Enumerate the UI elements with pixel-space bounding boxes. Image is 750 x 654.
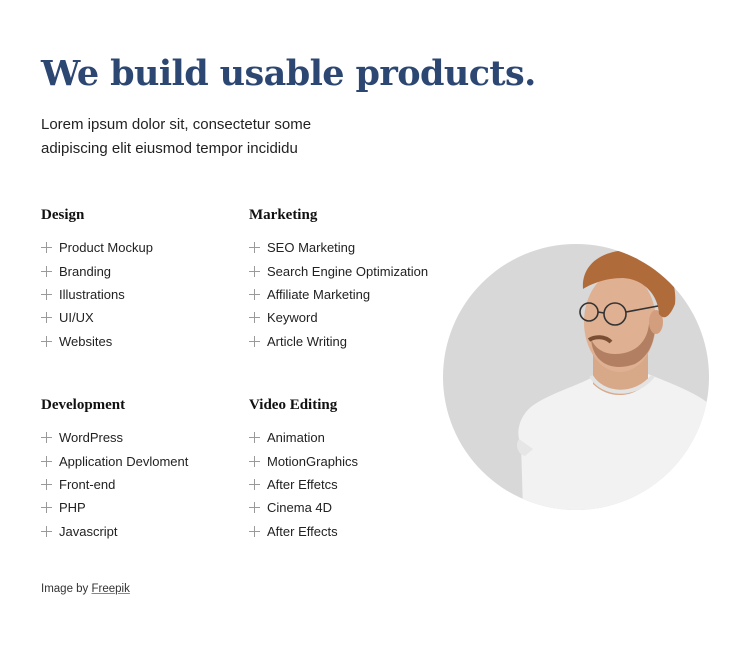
list-item-label: Animation xyxy=(267,430,325,446)
list-item: After Effects xyxy=(249,520,449,543)
plus-icon xyxy=(249,265,260,277)
list-item: Search Engine Optimization xyxy=(249,259,449,282)
service-list: Animation MotionGraphics After Effetcs C… xyxy=(249,426,449,543)
plus-icon xyxy=(249,288,260,300)
plus-icon xyxy=(249,432,260,444)
list-item-label: Front-end xyxy=(59,476,116,492)
list-item: UI/UX xyxy=(41,306,241,329)
plus-icon xyxy=(41,312,52,324)
group-heading: Development xyxy=(41,397,126,413)
hero-description: Lorem ipsum dolor sit, consectetur some … xyxy=(41,116,312,157)
portrait-illustration xyxy=(517,249,709,510)
list-item: After Effetcs xyxy=(249,473,449,496)
freepik-link[interactable]: Freepik xyxy=(92,583,130,595)
list-item-label: Websites xyxy=(59,333,113,349)
plus-icon xyxy=(249,242,260,254)
portrait-photo xyxy=(443,244,709,510)
list-item-label: Branding xyxy=(59,263,112,279)
list-item-label: Illustrations xyxy=(59,286,125,302)
list-item-label: After Effetcs xyxy=(267,476,338,492)
service-group-design: Design Product Mockup Branding Illustrat… xyxy=(41,205,241,353)
service-group-development: Development WordPress Application Devlom… xyxy=(41,395,241,543)
plus-icon xyxy=(41,478,52,490)
list-item-label: MotionGraphics xyxy=(267,453,359,469)
list-item: Illustrations xyxy=(41,283,241,306)
image-credit: Image by Freepik xyxy=(41,583,130,595)
list-item: Application Devloment xyxy=(41,449,241,472)
plus-icon xyxy=(41,525,52,537)
service-list: Product Mockup Branding Illustrations UI… xyxy=(41,236,241,353)
list-item: Websites xyxy=(41,330,241,353)
list-item: Animation xyxy=(249,426,449,449)
list-item-label: Javascript xyxy=(59,523,118,539)
list-item: MotionGraphics xyxy=(249,449,449,472)
credit-prefix: Image by xyxy=(41,583,89,595)
group-heading: Video Editing xyxy=(249,397,338,413)
list-item-label: After Effects xyxy=(267,523,338,539)
plus-icon xyxy=(41,335,52,347)
service-list: WordPress Application Devloment Front-en… xyxy=(41,426,241,543)
plus-icon xyxy=(41,265,52,277)
list-item-label: Application Devloment xyxy=(59,453,189,469)
list-item: Branding xyxy=(41,259,241,282)
plus-icon xyxy=(249,455,260,467)
plus-icon xyxy=(249,335,260,347)
list-item: SEO Marketing xyxy=(249,236,449,259)
list-item: Front-end xyxy=(41,473,241,496)
list-item: Javascript xyxy=(41,520,241,543)
plus-icon xyxy=(41,502,52,514)
list-item-label: SEO Marketing xyxy=(267,240,356,256)
list-item: WordPress xyxy=(41,426,241,449)
plus-icon xyxy=(249,525,260,537)
list-item-label: WordPress xyxy=(59,430,124,446)
page-title: We build usable products. xyxy=(41,53,536,94)
plus-icon xyxy=(41,455,52,467)
list-item-label: Affiliate Marketing xyxy=(267,286,371,302)
list-item-label: Search Engine Optimization xyxy=(267,263,429,279)
list-item: Product Mockup xyxy=(41,236,241,259)
list-item-label: Product Mockup xyxy=(59,240,153,256)
list-item: Cinema 4D xyxy=(249,496,449,519)
group-heading: Marketing xyxy=(249,207,318,223)
plus-icon xyxy=(41,288,52,300)
service-list: SEO Marketing Search Engine Optimization… xyxy=(249,236,449,353)
service-group-video-editing: Video Editing Animation MotionGraphics A… xyxy=(249,395,449,543)
group-heading: Design xyxy=(41,207,85,223)
list-item-label: UI/UX xyxy=(59,310,94,326)
list-item-label: Keyword xyxy=(267,310,318,326)
plus-icon xyxy=(41,242,52,254)
list-item: PHP xyxy=(41,496,241,519)
plus-icon xyxy=(249,478,260,490)
list-item: Keyword xyxy=(249,306,449,329)
plus-icon xyxy=(41,432,52,444)
list-item: Article Writing xyxy=(249,330,449,353)
plus-icon xyxy=(249,312,260,324)
list-item-label: Cinema 4D xyxy=(267,500,333,516)
service-group-marketing: Marketing SEO Marketing Search Engine Op… xyxy=(249,205,449,353)
list-item-label: PHP xyxy=(59,500,86,516)
list-item-label: Article Writing xyxy=(267,333,347,349)
plus-icon xyxy=(249,502,260,514)
list-item: Affiliate Marketing xyxy=(249,283,449,306)
